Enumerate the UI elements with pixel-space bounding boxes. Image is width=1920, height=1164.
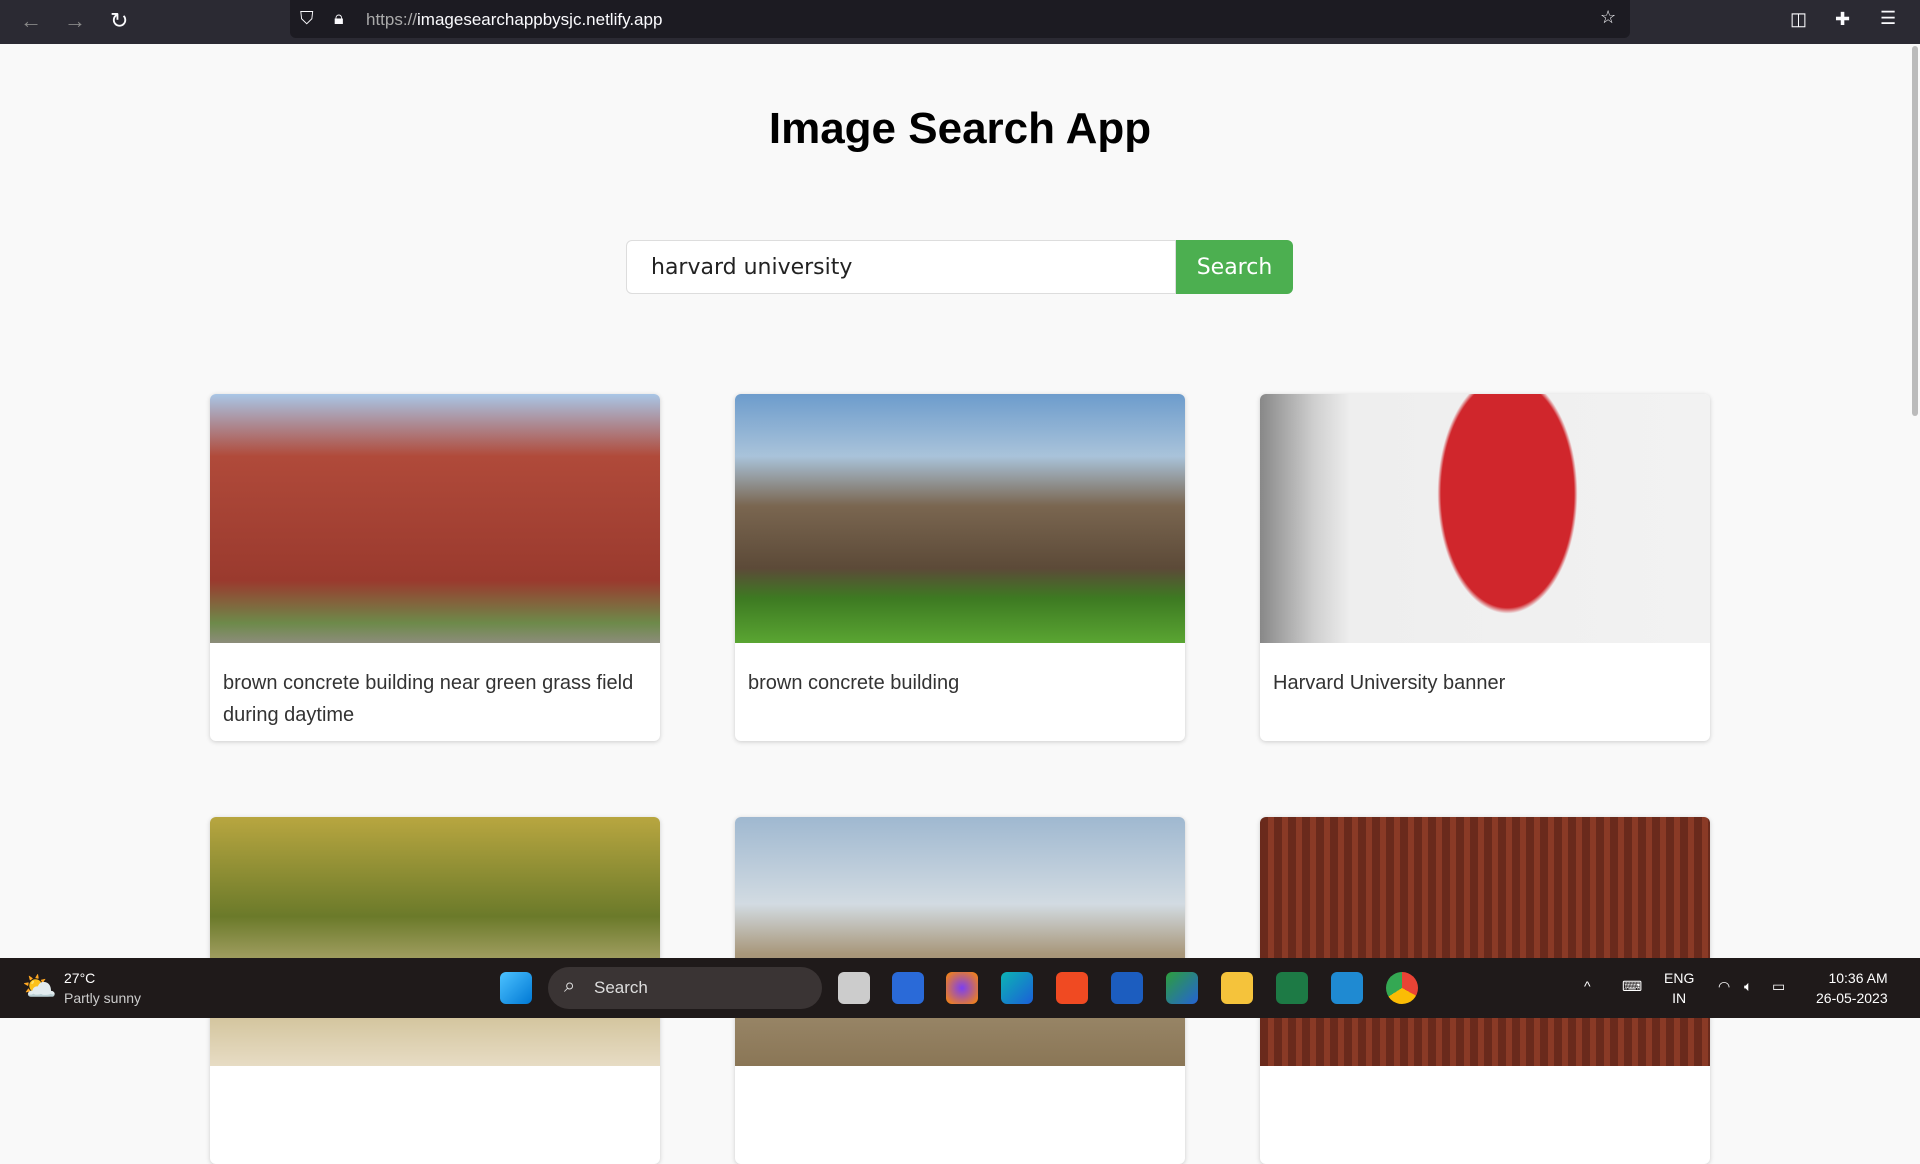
wifi-icon[interactable]: ◠ [1718,976,1730,996]
result-image [210,394,660,643]
extensions-icon[interactable]: ✚ [1835,9,1850,30]
result-card[interactable]: Harvard University banner [1260,394,1710,741]
vscode-icon[interactable] [1331,972,1363,1004]
time: 10:36 AM [1828,970,1888,986]
language-indicator[interactable]: ENG IN [1664,968,1694,1008]
edge-icon[interactable] [1001,972,1033,1004]
todo-icon[interactable] [892,972,924,1004]
result-image [735,817,1185,1066]
bookmark-star-icon[interactable]: ☆ [1600,7,1616,28]
url-prefix: https:// [366,10,418,29]
browser-toolbar: ← → ↻ ⛉ 🔒︎ https://imagesearchappbysjc.n… [0,0,1920,44]
tray-chevron-icon[interactable]: ^ [1584,976,1591,996]
result-caption: Harvard University banner [1273,672,1506,694]
lang-region: IN [1672,990,1687,1006]
word-icon[interactable] [1111,972,1143,1004]
weather-widget[interactable]: 27°C Partly sunny [64,968,141,1008]
url-host: imagesearchappbysjc.netlify.app [417,10,663,29]
excel-icon[interactable] [1276,972,1308,1004]
result-card[interactable]: brown concrete building near green grass… [210,394,660,741]
address-bar[interactable]: ⛉ 🔒︎ https://imagesearchappbysjc.netlify… [290,0,1630,38]
task-view-icon[interactable] [838,972,870,1004]
back-icon[interactable]: ← [20,8,42,34]
firefox-icon[interactable] [946,972,978,1004]
result-image [1260,817,1710,1066]
date: 26-05-2023 [1816,990,1888,1006]
result-caption: brown concrete building [748,672,960,694]
reload-icon[interactable]: ↻ [110,8,128,34]
forward-icon[interactable]: → [64,8,86,34]
keyboard-icon[interactable]: ⌨ [1622,976,1642,996]
chrome-icon[interactable] [1386,972,1418,1004]
page-title: Image Search App [768,104,1152,153]
taskbar-search-label: Search [594,978,648,997]
file-explorer-icon[interactable] [1221,972,1253,1004]
search-icon: ⌕ [564,975,576,997]
lock-icon[interactable]: 🔒︎ [334,8,344,29]
brave-icon[interactable] [1056,972,1088,1004]
result-image [735,394,1185,643]
pocket-icon[interactable]: ◫ [1790,9,1807,30]
result-card[interactable]: brown concrete building [735,394,1185,741]
result-image [210,817,660,1066]
weather-icon[interactable]: ⛅ [22,970,57,1003]
scrollbar[interactable] [1912,46,1918,416]
windows-start-icon[interactable] [500,972,532,1004]
taskbar-search[interactable]: ⌕ Search [548,967,822,1009]
clock[interactable]: 10:36 AM 26-05-2023 [1816,968,1888,1008]
shield-icon[interactable]: ⛉ [300,8,314,29]
battery-icon[interactable]: ▭ [1772,976,1785,996]
result-image [1260,394,1710,643]
taskbar: ⛅ 27°C Partly sunny ⌕ Search ^ ⌨ ENG IN ◠ 🔈… [0,958,1920,1018]
search-button[interactable]: Search [1176,240,1293,294]
weather-desc: Partly sunny [64,990,142,1006]
weather-temp: 27°C [64,970,96,986]
search-input[interactable] [626,240,1176,294]
menu-icon[interactable]: ☰ [1880,8,1896,29]
result-caption: brown concrete building near green grass… [223,672,634,726]
lang-code: ENG [1664,970,1695,986]
download-manager-icon[interactable] [1166,972,1198,1004]
volume-icon[interactable]: 🔈︎ [1744,976,1752,996]
